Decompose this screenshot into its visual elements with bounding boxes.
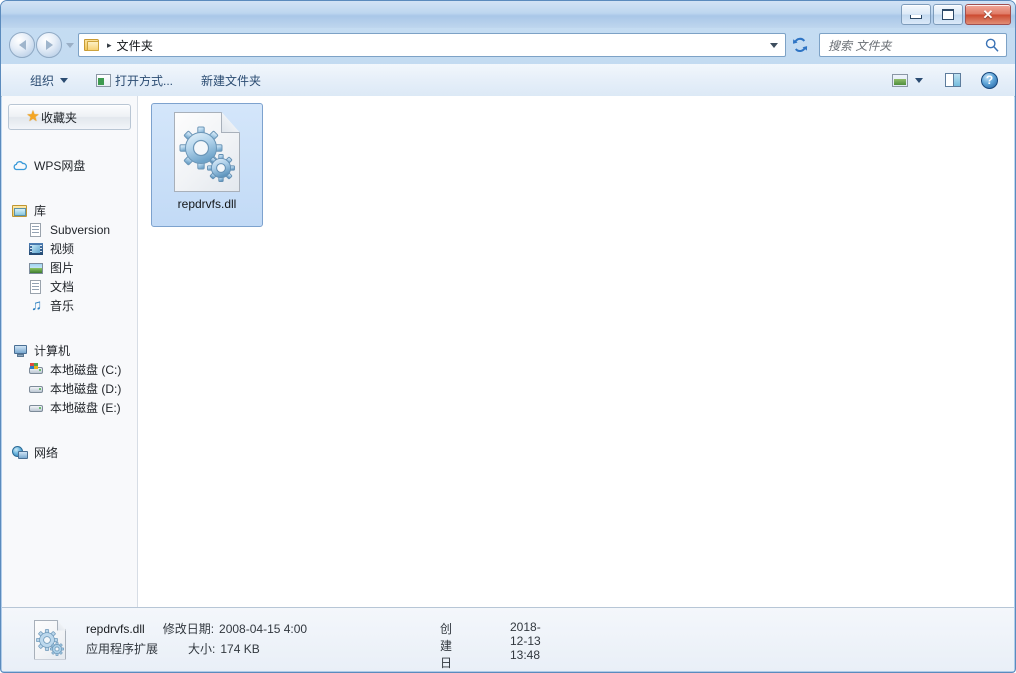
sidebar-item-documents[interactable]: 文档 bbox=[2, 277, 137, 296]
command-toolbar: 组织 打开方式... 新建文件夹 ? bbox=[1, 64, 1015, 97]
sidebar-item-label: 视频 bbox=[50, 242, 75, 256]
file-list-pane[interactable]: repdrvfs.dll bbox=[138, 96, 1014, 607]
sidebar-item-computer[interactable]: 计算机 bbox=[2, 341, 137, 360]
drive-icon bbox=[28, 381, 44, 397]
sidebar-item-pictures[interactable]: 图片 bbox=[2, 258, 137, 277]
sidebar-item-label: 收藏夹 bbox=[41, 110, 78, 125]
file-item-repdrvfs-dll[interactable]: repdrvfs.dll bbox=[151, 103, 263, 227]
breadcrumb-separator-icon: ▸ bbox=[107, 39, 112, 50]
search-input[interactable]: 搜索 文件夹 bbox=[828, 37, 985, 54]
sidebar-item-music[interactable]: ♫ 音乐 bbox=[2, 296, 137, 315]
details-text-group: repdrvfs.dll 修改日期: 2008-04-15 4:00 创建日期:… bbox=[86, 620, 541, 670]
system-drive-icon bbox=[28, 362, 44, 378]
details-pane: repdrvfs.dll 修改日期: 2008-04-15 4:00 创建日期:… bbox=[2, 607, 1014, 671]
details-modified-value: 2008-04-15 4:00 bbox=[219, 621, 308, 636]
close-button[interactable]: ✕ bbox=[965, 4, 1011, 25]
details-size-value: 174 KB bbox=[220, 641, 260, 656]
sidebar-item-label: 网络 bbox=[34, 446, 59, 460]
sidebar-item-label: Subversion bbox=[50, 222, 111, 237]
chevron-down-icon[interactable] bbox=[770, 43, 778, 48]
details-created-label: 创建日期: bbox=[440, 621, 453, 670]
recent-locations-icon[interactable] bbox=[66, 42, 74, 48]
organize-label: 组织 bbox=[30, 73, 55, 88]
open-with-label: 打开方式... bbox=[115, 73, 174, 88]
sidebar-item-local-disk-c[interactable]: 本地磁盘 (C:) bbox=[2, 360, 137, 379]
music-icon: ♫ bbox=[31, 296, 43, 314]
navigation-pane: ★ 收藏夹 WPS网盘 库 Subversion 视频 图片 文档 ♫ 音乐 计… bbox=[2, 96, 138, 607]
explorer-window: ✕ ▸ 文件夹 搜索 文件夹 组织 打开方式... 新建文件夹 ? ★ 收藏夹 … bbox=[0, 0, 1016, 673]
preview-pane-icon bbox=[945, 73, 961, 87]
navigation-buttons bbox=[9, 32, 74, 58]
open-with-icon bbox=[96, 73, 112, 87]
refresh-button[interactable] bbox=[789, 33, 811, 57]
computer-icon bbox=[12, 343, 28, 359]
sidebar-item-network[interactable]: 网络 bbox=[2, 443, 137, 462]
folder-icon bbox=[84, 38, 100, 52]
forward-button[interactable] bbox=[36, 32, 62, 58]
network-icon bbox=[12, 445, 28, 461]
minimize-button[interactable] bbox=[901, 4, 931, 25]
maximize-button[interactable] bbox=[933, 4, 963, 25]
sidebar-item-label: 本地磁盘 (D:) bbox=[50, 382, 122, 396]
sidebar-item-local-disk-d[interactable]: 本地磁盘 (D:) bbox=[2, 379, 137, 398]
file-item-label: repdrvfs.dll bbox=[177, 197, 237, 211]
preview-pane-button[interactable] bbox=[940, 68, 966, 92]
sidebar-item-favorites[interactable]: ★ 收藏夹 bbox=[8, 104, 131, 130]
close-icon: ✕ bbox=[982, 7, 994, 22]
picture-icon bbox=[28, 260, 44, 276]
back-button[interactable] bbox=[9, 32, 35, 58]
maximize-icon bbox=[942, 9, 954, 20]
video-icon bbox=[28, 241, 44, 257]
change-view-button[interactable] bbox=[887, 68, 928, 92]
library-icon bbox=[12, 203, 28, 219]
minimize-icon bbox=[910, 15, 922, 19]
sidebar-item-label: WPS网盘 bbox=[34, 159, 86, 173]
details-modified-label: 修改日期: bbox=[162, 621, 215, 636]
sidebar-item-videos[interactable]: 视频 bbox=[2, 239, 137, 258]
sidebar-item-label: 计算机 bbox=[34, 344, 71, 358]
search-icon bbox=[985, 38, 999, 52]
help-icon: ? bbox=[981, 71, 998, 89]
sidebar-item-label: 图片 bbox=[50, 261, 75, 275]
breadcrumb-current-folder[interactable]: 文件夹 bbox=[117, 37, 154, 54]
chevron-down-icon bbox=[915, 77, 923, 83]
sidebar-item-label: 音乐 bbox=[50, 299, 75, 313]
document-icon bbox=[28, 279, 44, 295]
sidebar-item-subversion[interactable]: Subversion bbox=[2, 220, 137, 239]
document-icon bbox=[28, 222, 44, 238]
open-with-button[interactable]: 打开方式... bbox=[89, 69, 180, 91]
details-created-value: 2018-12-13 13:48 bbox=[510, 619, 541, 662]
address-row: ▸ 文件夹 搜索 文件夹 bbox=[1, 28, 1015, 64]
title-bar: ✕ bbox=[1, 1, 1015, 28]
details-size-label: 大小: bbox=[188, 641, 216, 656]
forward-arrow-icon bbox=[45, 40, 53, 50]
sidebar-item-label: 库 bbox=[34, 204, 47, 218]
star-icon: ★ bbox=[26, 108, 40, 125]
address-bar[interactable]: ▸ 文件夹 bbox=[78, 33, 786, 57]
sidebar-item-label: 本地磁盘 (C:) bbox=[50, 363, 122, 377]
help-button[interactable]: ? bbox=[976, 68, 1003, 92]
cloud-icon bbox=[12, 158, 28, 174]
sidebar-item-local-disk-e[interactable]: 本地磁盘 (E:) bbox=[2, 398, 137, 417]
toolbar-right-group: ? bbox=[887, 68, 1003, 92]
new-folder-label: 新建文件夹 bbox=[201, 73, 262, 88]
sidebar-item-label: 本地磁盘 (E:) bbox=[50, 401, 121, 415]
chevron-down-icon bbox=[60, 77, 69, 83]
details-file-name: repdrvfs.dll bbox=[86, 621, 145, 636]
drive-icon bbox=[28, 400, 44, 416]
back-arrow-icon bbox=[18, 40, 26, 50]
window-controls: ✕ bbox=[901, 4, 1011, 25]
views-icon bbox=[892, 73, 908, 87]
details-file-type: 应用程序扩展 bbox=[86, 641, 159, 656]
window-body: ★ 收藏夹 WPS网盘 库 Subversion 视频 图片 文档 ♫ 音乐 计… bbox=[2, 96, 1014, 607]
sidebar-item-label: 文档 bbox=[50, 280, 75, 294]
new-folder-button[interactable]: 新建文件夹 bbox=[194, 69, 268, 91]
dll-gears-icon bbox=[34, 619, 66, 660]
organize-button[interactable]: 组织 bbox=[23, 69, 75, 91]
search-box[interactable]: 搜索 文件夹 bbox=[819, 33, 1007, 57]
sidebar-item-libraries[interactable]: 库 bbox=[2, 201, 137, 220]
dll-gears-icon bbox=[174, 112, 240, 192]
sidebar-item-wps-cloud[interactable]: WPS网盘 bbox=[2, 156, 137, 175]
refresh-icon bbox=[793, 37, 808, 52]
